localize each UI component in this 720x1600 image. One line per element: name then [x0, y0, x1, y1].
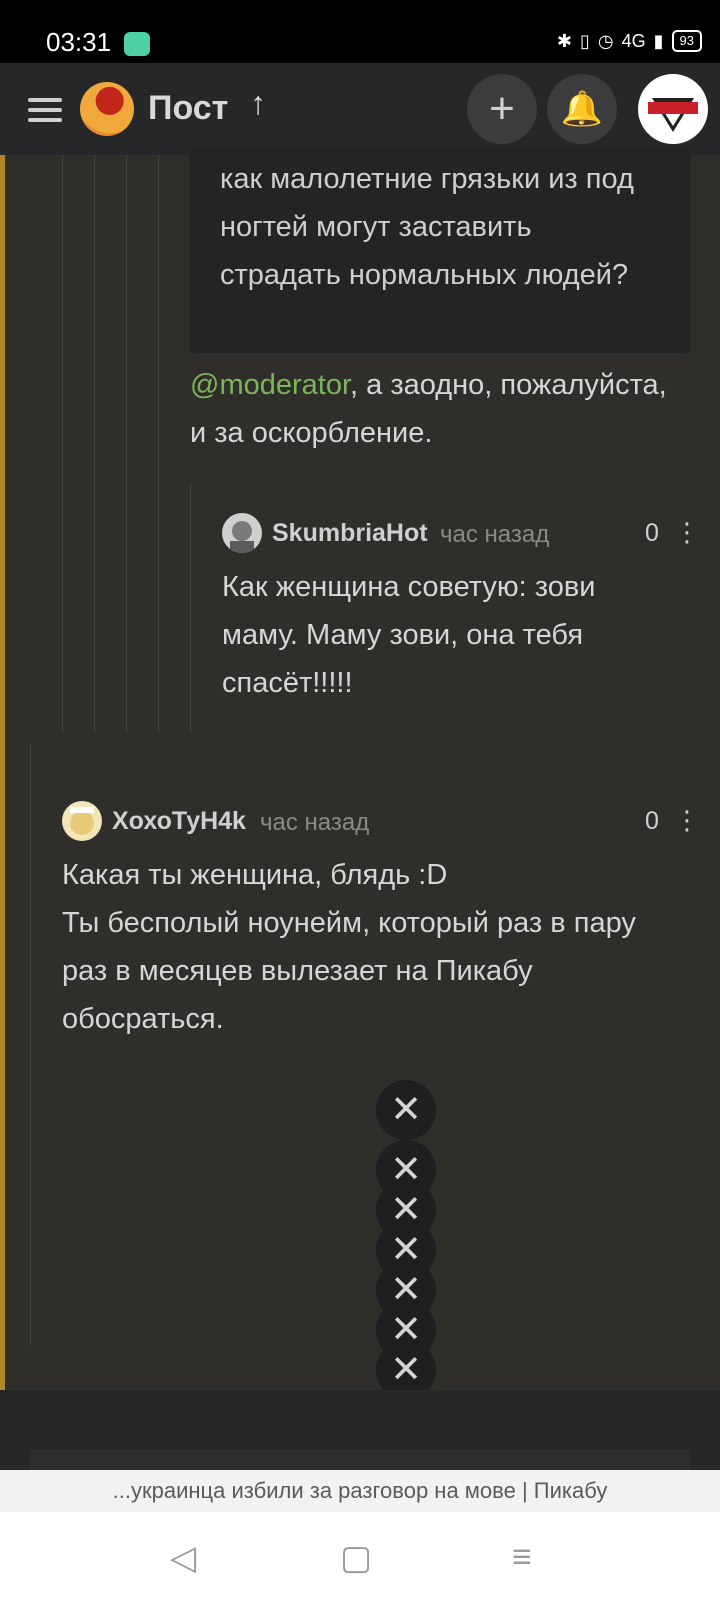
commenter-avatar[interactable]	[222, 513, 262, 553]
thread-line	[126, 155, 127, 733]
more-options-icon[interactable]: ⋮	[674, 805, 700, 836]
status-icons: ✱ ▯ ◷ 4G ▮ 93	[557, 30, 702, 52]
ingsoc-emblem	[640, 76, 706, 142]
page-lower-section	[0, 1390, 720, 1480]
app-header: Пост ↑ + 🔔	[0, 63, 720, 155]
comment-username[interactable]: XохоТуН4k	[112, 807, 246, 836]
thread-line	[190, 485, 191, 733]
more-options-icon[interactable]: ⋮	[674, 517, 700, 548]
comments-area: как малолетние грязьки из под ногтей мог…	[0, 147, 720, 1400]
signal-label: 4G	[621, 30, 646, 51]
avatar-image	[62, 801, 102, 841]
quoted-comment: как малолетние грязьки из под ногтей мог…	[190, 147, 690, 353]
thread-line	[158, 155, 159, 733]
comment-text: Как женщина советую: зови маму. Маму зов…	[222, 571, 596, 699]
quote-text: как малолетние грязьки из под ногтей мог…	[220, 163, 634, 291]
notifications-bell-icon[interactable]: 🔔	[547, 74, 617, 144]
vibrate-icon: ▯	[579, 30, 590, 51]
thread-line	[30, 745, 31, 1345]
commenter-avatar[interactable]	[62, 801, 102, 841]
back-icon[interactable]: ◁	[170, 1538, 196, 1578]
status-bar: 03:31 ✱ ▯ ◷ 4G ▮ 93	[0, 0, 720, 63]
comment-text: Какая ты женщина, блядь :D Ты бесполый н…	[62, 859, 636, 1035]
status-time: 03:31	[46, 27, 112, 57]
menu-icon[interactable]	[28, 98, 62, 122]
signal-icon: ▮	[653, 30, 664, 51]
home-icon[interactable]: ▢	[340, 1538, 372, 1578]
phone-app-icon	[124, 32, 150, 56]
pikabu-logo[interactable]	[80, 82, 134, 136]
bluetooth-icon: ✱	[556, 30, 572, 51]
thread-line	[62, 155, 63, 733]
comment-header: XохоТуН4k час назад 0 ⋮	[62, 801, 700, 841]
reply-text: @moderator, а заодно, пожалуйста, и за о…	[190, 361, 690, 457]
page-title: Пост	[148, 89, 229, 127]
thread-highlight-bar	[0, 155, 5, 1390]
comment-username[interactable]: SkumbriaHot	[272, 519, 428, 548]
comment-time: час назад	[440, 521, 550, 548]
system-nav-bar: ◁ ▢ ≡	[0, 1512, 720, 1600]
comment-time: час назад	[260, 809, 370, 836]
recents-icon[interactable]: ≡	[512, 1538, 532, 1577]
comment-score: 0	[645, 807, 659, 835]
close-button[interactable]: ✕	[376, 1080, 436, 1140]
scroll-up-arrow-icon[interactable]: ↑	[250, 85, 266, 122]
thread-line	[94, 155, 95, 733]
add-post-button[interactable]: +	[467, 74, 537, 144]
user-avatar[interactable]	[638, 74, 708, 144]
browser-url-bar[interactable]: ...украинца избили за разговор на мове |…	[0, 1470, 720, 1512]
battery-indicator: 93	[671, 30, 702, 52]
mention-link[interactable]: @moderator	[190, 369, 350, 401]
avatar-image	[222, 513, 262, 553]
alarm-icon: ◷	[597, 30, 614, 51]
comment-header: SkumbriaHot час назад 0 ⋮	[222, 513, 700, 553]
comment-score: 0	[645, 519, 659, 547]
